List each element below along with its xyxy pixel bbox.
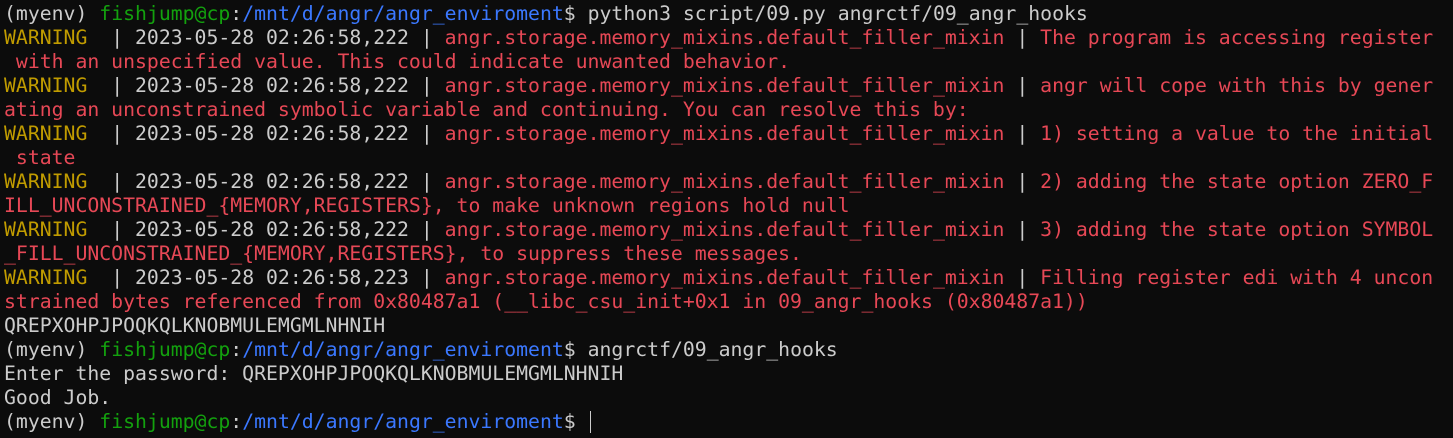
prompt-separator: : bbox=[230, 2, 243, 25]
env-indicator: (myenv) bbox=[4, 410, 100, 433]
user-host: fishjump@cp bbox=[99, 338, 231, 361]
log-message-continuation: with an unspecified value. This could in… bbox=[4, 50, 791, 73]
log-timestamp: 2023-05-28 02:26:58,222 bbox=[135, 122, 409, 145]
log-pipe: | bbox=[408, 26, 445, 49]
log-pipe: | bbox=[87, 26, 136, 49]
command-text: angrctf/09_angr_hooks bbox=[587, 338, 838, 361]
log-logger: angr.storage.memory_mixins.default_fille… bbox=[444, 122, 1005, 145]
active-prompt-line[interactable]: (myenv) fishjump@cp:/mnt/d/angr/angr_env… bbox=[4, 410, 1453, 434]
prompt-symbol: $ bbox=[563, 338, 588, 361]
log-line: WARNING | 2023-05-28 02:26:58,222 | angr… bbox=[4, 170, 1453, 194]
log-level: WARNING bbox=[4, 170, 88, 193]
result-output: Good Job. bbox=[4, 386, 112, 409]
log-level: WARNING bbox=[4, 74, 88, 97]
log-pipe: | bbox=[1004, 74, 1041, 97]
prompt-separator: : bbox=[230, 410, 243, 433]
log-message: Filling register edi with 4 uncon bbox=[1040, 266, 1434, 289]
log-line: WARNING | 2023-05-28 02:26:58,222 | angr… bbox=[4, 122, 1453, 146]
log-pipe: | bbox=[408, 170, 445, 193]
log-level: WARNING bbox=[4, 266, 88, 289]
log-message: 3) adding the state option SYMBOL bbox=[1040, 218, 1434, 241]
password-prompt-output: Enter the password: QREPXOHPJPOQKQLKNOBM… bbox=[4, 362, 624, 385]
text-cursor[interactable] bbox=[589, 411, 591, 433]
log-line: WARNING | 2023-05-28 02:26:58,222 | angr… bbox=[4, 26, 1453, 50]
log-message: 2) adding the state option ZERO_F bbox=[1040, 170, 1434, 193]
log-pipe: | bbox=[408, 122, 445, 145]
log-logger: angr.storage.memory_mixins.default_fille… bbox=[444, 74, 1005, 97]
log-timestamp: 2023-05-28 02:26:58,222 bbox=[135, 218, 409, 241]
log-pipe: | bbox=[87, 122, 136, 145]
prompt-separator: : bbox=[230, 338, 243, 361]
log-line: WARNING | 2023-05-28 02:26:58,222 | angr… bbox=[4, 74, 1453, 98]
log-level: WARNING bbox=[4, 218, 88, 241]
working-directory: /mnt/d/angr/angr_enviroment bbox=[242, 2, 564, 25]
log-pipe: | bbox=[1004, 218, 1041, 241]
log-pipe: | bbox=[1004, 266, 1041, 289]
log-line: WARNING | 2023-05-28 02:26:58,222 | angr… bbox=[4, 218, 1453, 242]
log-pipe: | bbox=[1004, 170, 1041, 193]
log-logger: angr.storage.memory_mixins.default_fille… bbox=[444, 26, 1005, 49]
log-timestamp: 2023-05-28 02:26:58,223 bbox=[135, 266, 409, 289]
solution-output: QREPXOHPJPOQKQLKNOBMULEMGMLNHNIH bbox=[4, 314, 386, 337]
log-message-continuation: ILL_UNCONSTRAINED_{MEMORY,REGISTERS}, to… bbox=[4, 194, 850, 217]
log-message-continuation: strained bytes referenced from 0x80487a1… bbox=[4, 290, 1088, 313]
prompt-symbol: $ bbox=[563, 410, 588, 433]
env-indicator: (myenv) bbox=[4, 338, 100, 361]
prompt-line: (myenv) fishjump@cp:/mnt/d/angr/angr_env… bbox=[4, 2, 1453, 26]
log-pipe: | bbox=[87, 170, 136, 193]
log-line: WARNING | 2023-05-28 02:26:58,223 | angr… bbox=[4, 266, 1453, 290]
log-logger: angr.storage.memory_mixins.default_fille… bbox=[444, 218, 1005, 241]
working-directory: /mnt/d/angr/angr_enviroment bbox=[242, 410, 564, 433]
user-host: fishjump@cp bbox=[99, 410, 231, 433]
log-message-continuation: state bbox=[4, 146, 76, 169]
log-pipe: | bbox=[1004, 122, 1041, 145]
log-logger: angr.storage.memory_mixins.default_fille… bbox=[444, 266, 1005, 289]
log-pipe: | bbox=[1004, 26, 1041, 49]
log-timestamp: 2023-05-28 02:26:58,222 bbox=[135, 170, 409, 193]
terminal-window[interactable]: (myenv) fishjump@cp:/mnt/d/angr/angr_env… bbox=[0, 0, 1453, 438]
working-directory: /mnt/d/angr/angr_enviroment bbox=[242, 338, 564, 361]
user-host: fishjump@cp bbox=[99, 2, 231, 25]
log-pipe: | bbox=[87, 74, 136, 97]
log-message: The program is accessing register bbox=[1040, 26, 1434, 49]
log-pipe: | bbox=[408, 74, 445, 97]
log-timestamp: 2023-05-28 02:26:58,222 bbox=[135, 74, 409, 97]
prompt-symbol: $ bbox=[563, 2, 588, 25]
log-level: WARNING bbox=[4, 26, 88, 49]
env-indicator: (myenv) bbox=[4, 2, 100, 25]
log-message: angr will cope with this by gener bbox=[1040, 74, 1434, 97]
log-pipe: | bbox=[87, 218, 136, 241]
log-pipe: | bbox=[408, 218, 445, 241]
log-pipe: | bbox=[87, 266, 136, 289]
log-level: WARNING bbox=[4, 122, 88, 145]
prompt-line: (myenv) fishjump@cp:/mnt/d/angr/angr_env… bbox=[4, 338, 1453, 362]
command-text: python3 script/09.py angrctf/09_angr_hoo… bbox=[587, 2, 1088, 25]
log-pipe: | bbox=[408, 266, 445, 289]
log-message-continuation: _FILL_UNCONSTRAINED_{MEMORY,REGISTERS}, … bbox=[4, 242, 802, 265]
log-message: 1) setting a value to the initial bbox=[1040, 122, 1434, 145]
log-timestamp: 2023-05-28 02:26:58,222 bbox=[135, 26, 409, 49]
log-logger: angr.storage.memory_mixins.default_fille… bbox=[444, 170, 1005, 193]
log-message-continuation: ating an unconstrained symbolic variable… bbox=[4, 98, 969, 121]
